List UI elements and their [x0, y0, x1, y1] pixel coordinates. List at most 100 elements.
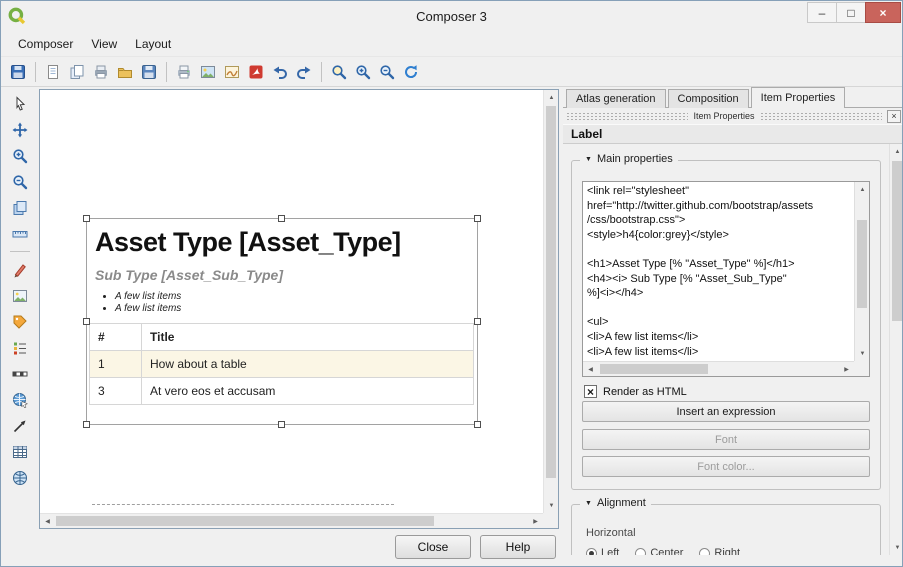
- table-header-row: # Title: [90, 324, 474, 351]
- scroll-up-icon[interactable]: ▲: [855, 182, 870, 197]
- scrollbar-thumb[interactable]: [857, 220, 867, 308]
- font-color-button[interactable]: Font color...: [582, 456, 870, 477]
- add-html-frame-icon[interactable]: [7, 466, 33, 489]
- composer-manager-icon[interactable]: [89, 60, 113, 84]
- dock-close-icon[interactable]: ×: [887, 110, 901, 123]
- scrollbar-thumb[interactable]: [546, 106, 556, 478]
- add-scalebar-icon[interactable]: [7, 362, 33, 385]
- add-shape-icon[interactable]: [7, 258, 33, 281]
- scroll-down-icon[interactable]: ▼: [855, 346, 870, 361]
- scroll-right-icon[interactable]: ▶: [528, 514, 543, 529]
- save-project-icon[interactable]: [6, 60, 30, 84]
- export-svg-icon[interactable]: [220, 60, 244, 84]
- zoom-out-icon[interactable]: [375, 60, 399, 84]
- add-arrow-icon[interactable]: [7, 414, 33, 437]
- save-template-icon[interactable]: [137, 60, 161, 84]
- scroll-down-icon[interactable]: ▼: [544, 498, 559, 513]
- label-text-editor[interactable]: <link rel="stylesheet" href="http://twit…: [582, 181, 870, 377]
- export-image-icon[interactable]: [196, 60, 220, 84]
- dock-titlebar[interactable]: Item Properties ×: [563, 108, 903, 124]
- undo-icon[interactable]: [268, 60, 292, 84]
- resize-handle[interactable]: [278, 421, 285, 428]
- editor-horizontal-scrollbar[interactable]: ◀ ▶: [583, 361, 854, 376]
- add-image-icon[interactable]: [7, 284, 33, 307]
- menu-view[interactable]: View: [82, 34, 126, 54]
- insert-expression-button[interactable]: Insert an expression: [582, 401, 870, 422]
- table-row: 3 At vero eos et accusam: [90, 378, 474, 405]
- canvas-vertical-scrollbar[interactable]: ▲ ▼: [543, 90, 558, 513]
- close-button[interactable]: Close: [395, 535, 471, 559]
- radio-icon[interactable]: [586, 548, 597, 556]
- close-window-button[interactable]: ×: [865, 2, 901, 23]
- label-item[interactable]: Asset Type [Asset_Type] Sub Type [Asset_…: [86, 218, 478, 425]
- zoom-in-tool-icon[interactable]: [7, 144, 33, 167]
- canvas-page[interactable]: Asset Type [Asset_Type] Sub Type [Asset_…: [40, 90, 543, 513]
- main-toolbar: [1, 56, 902, 87]
- radio-label: Left: [601, 547, 619, 555]
- align-left-option[interactable]: Left: [586, 547, 619, 555]
- help-button[interactable]: Help: [480, 535, 556, 559]
- resize-handle[interactable]: [83, 421, 90, 428]
- new-composer-icon[interactable]: [41, 60, 65, 84]
- scrollbar-thumb[interactable]: [600, 364, 708, 374]
- scroll-down-icon[interactable]: ▼: [890, 540, 903, 555]
- main-properties-group-title[interactable]: ▼ Main properties: [580, 153, 678, 165]
- redo-icon[interactable]: [292, 60, 316, 84]
- resize-handle[interactable]: [474, 215, 481, 222]
- toolbar-separator: [10, 251, 30, 252]
- alignment-group-title[interactable]: ▼ Alignment: [580, 497, 651, 509]
- move-item-content-icon[interactable]: [7, 118, 33, 141]
- scrollbar-corner: [543, 513, 558, 528]
- export-pdf-icon[interactable]: [244, 60, 268, 84]
- scroll-left-icon[interactable]: ◀: [40, 514, 55, 529]
- add-new-map-icon[interactable]: [7, 196, 33, 219]
- menu-composer[interactable]: Composer: [9, 34, 82, 54]
- ruler-icon[interactable]: [7, 222, 33, 245]
- menu-layout[interactable]: Layout: [126, 34, 180, 54]
- label-html-source[interactable]: <link rel="stylesheet" href="http://twit…: [587, 184, 852, 359]
- resize-handle[interactable]: [474, 318, 481, 325]
- zoom-out-tool-icon[interactable]: [7, 170, 33, 193]
- scroll-up-icon[interactable]: ▲: [544, 90, 559, 105]
- scroll-left-icon[interactable]: ◀: [583, 362, 598, 377]
- render-as-html-checkbox[interactable]: ×: [584, 385, 597, 398]
- radio-label: Center: [650, 547, 683, 555]
- add-legend-icon[interactable]: [7, 336, 33, 359]
- resize-handle[interactable]: [474, 421, 481, 428]
- duplicate-composer-icon[interactable]: [65, 60, 89, 84]
- composition-canvas[interactable]: Asset Type [Asset_Type] Sub Type [Asset_…: [39, 89, 559, 529]
- tab-item-properties[interactable]: Item Properties: [751, 87, 846, 108]
- zoom-in-icon[interactable]: [351, 60, 375, 84]
- scroll-up-icon[interactable]: ▲: [890, 144, 903, 159]
- dock-title: Item Properties: [693, 111, 754, 121]
- radio-icon[interactable]: [635, 548, 646, 556]
- scrollbar-thumb[interactable]: [892, 161, 902, 321]
- maximize-button[interactable]: □: [836, 2, 866, 23]
- refresh-view-icon[interactable]: [399, 60, 423, 84]
- align-right-option[interactable]: Right: [699, 547, 740, 555]
- zoom-full-icon[interactable]: [327, 60, 351, 84]
- font-button[interactable]: Font: [582, 429, 870, 450]
- canvas-horizontal-scrollbar[interactable]: ◀ ▶: [40, 513, 543, 528]
- resize-handle[interactable]: [83, 318, 90, 325]
- page-boundary-dashes: [92, 504, 394, 505]
- add-map-globe-icon[interactable]: [7, 388, 33, 411]
- panel-vertical-scrollbar[interactable]: ▲ ▼: [889, 144, 903, 555]
- tab-atlas-generation[interactable]: Atlas generation: [566, 89, 666, 108]
- minimize-button[interactable]: –: [807, 2, 837, 23]
- load-template-icon[interactable]: [113, 60, 137, 84]
- select-move-item-icon[interactable]: [7, 92, 33, 115]
- resize-handle[interactable]: [278, 215, 285, 222]
- radio-icon[interactable]: [699, 548, 710, 556]
- scroll-right-icon[interactable]: ▶: [839, 362, 854, 377]
- add-attribute-table-icon[interactable]: [7, 440, 33, 463]
- tab-composition[interactable]: Composition: [668, 89, 749, 108]
- resize-handle[interactable]: [83, 215, 90, 222]
- radio-label: Right: [714, 547, 740, 555]
- align-center-option[interactable]: Center: [635, 547, 683, 555]
- table-row: 1 How about a table: [90, 351, 474, 378]
- scrollbar-thumb[interactable]: [56, 516, 434, 526]
- add-label-icon[interactable]: [7, 310, 33, 333]
- editor-vertical-scrollbar[interactable]: ▲ ▼: [854, 182, 869, 361]
- print-icon[interactable]: [172, 60, 196, 84]
